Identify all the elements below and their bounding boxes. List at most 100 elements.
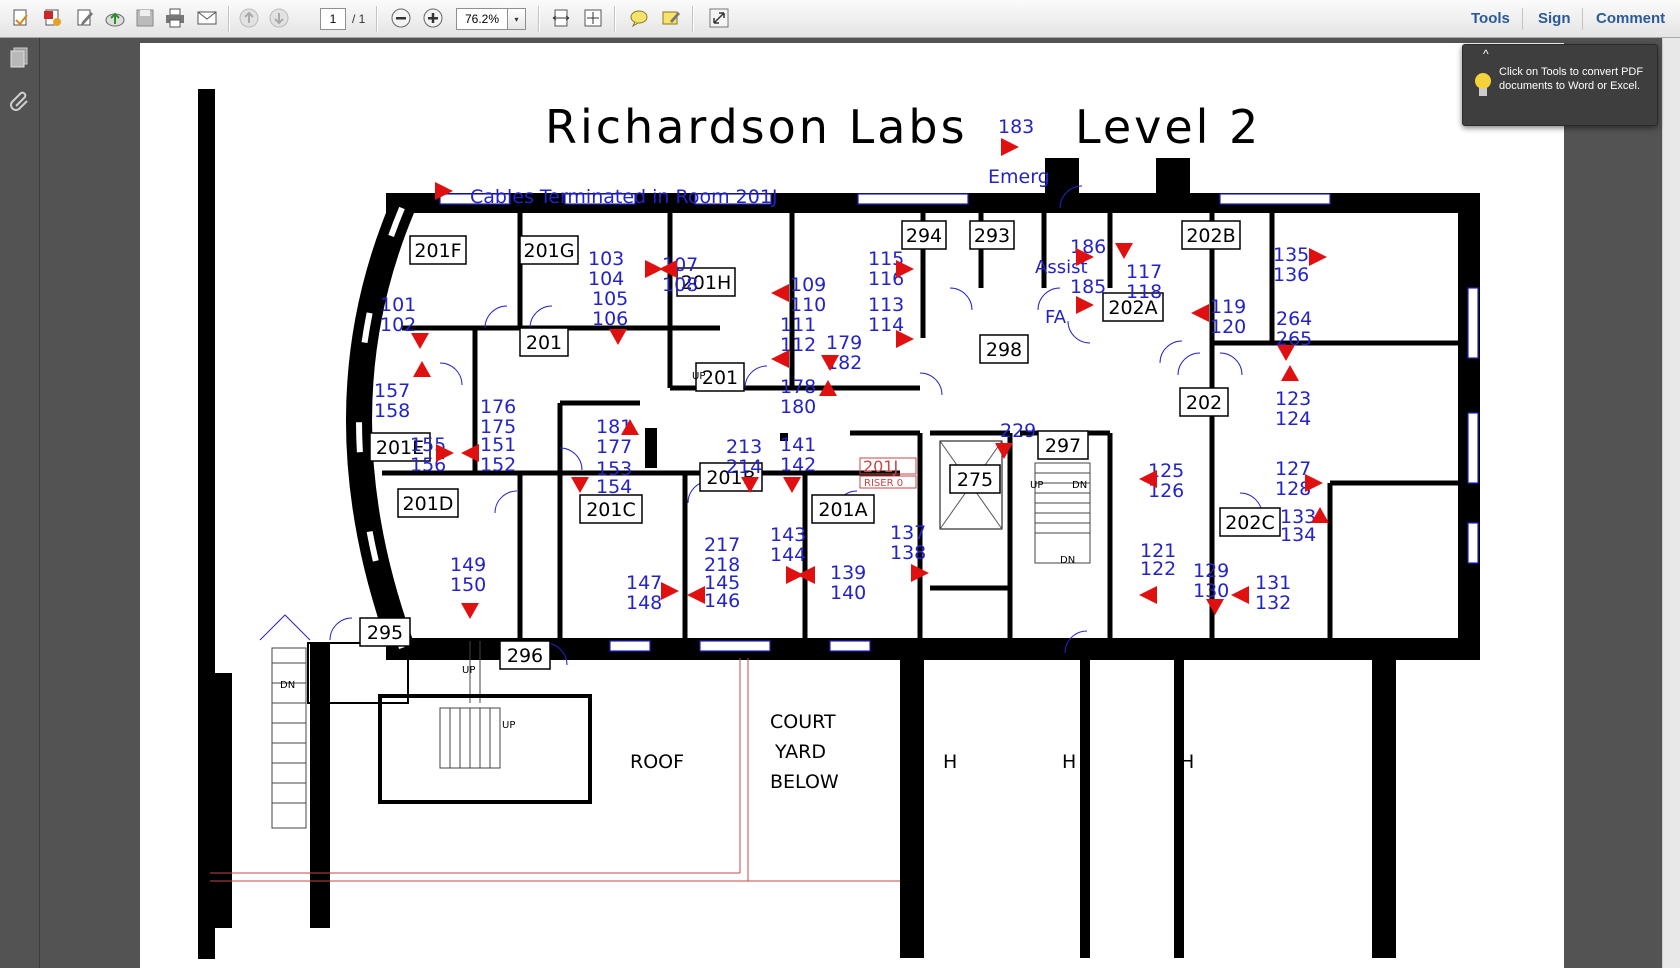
cable-number: 117	[1126, 261, 1162, 283]
cable-number: 129	[1193, 560, 1229, 582]
cable-flag-icon	[896, 260, 914, 278]
create-icon[interactable]	[8, 5, 34, 31]
svg-text:296: 296	[507, 645, 543, 667]
collapse-tooltip-button[interactable]: ^	[1483, 47, 1489, 61]
svg-text:FA: FA	[1045, 307, 1067, 328]
cable-flag-icon	[461, 444, 479, 462]
cable-number: 152	[480, 454, 516, 476]
cable-number: 177	[596, 436, 632, 458]
zoom-out-icon[interactable]	[388, 5, 414, 31]
sign-link[interactable]: Sign	[1538, 10, 1571, 27]
plan-level: Level 2	[1075, 100, 1261, 154]
cable-number: 176	[480, 396, 516, 418]
cable-number: 148	[626, 592, 662, 614]
cable-number: 217	[704, 534, 740, 556]
cable-number: 113	[868, 294, 904, 316]
tools-tooltip: ^ Click on Tools to convert PDF document…	[1462, 44, 1658, 126]
cable-number: 130	[1193, 580, 1229, 602]
cable-number: 179	[826, 332, 862, 354]
svg-text:183: 183	[998, 116, 1034, 138]
room-label: 293	[969, 220, 1015, 250]
cable-flag-icon	[1277, 345, 1295, 361]
cable-number: 157	[374, 380, 410, 402]
cable-number: 131	[1255, 572, 1291, 594]
edit-icon[interactable]	[72, 5, 98, 31]
cable-number: 147	[626, 572, 662, 594]
cable-number: 103	[588, 248, 624, 270]
svg-text:DN: DN	[280, 680, 295, 691]
cable-number: 143	[770, 524, 806, 546]
print-icon[interactable]	[162, 5, 188, 31]
cable-number: 105	[592, 288, 628, 310]
cable-flag-icon	[1206, 599, 1224, 615]
svg-text:201C: 201C	[586, 499, 636, 521]
svg-text:201F: 201F	[414, 240, 461, 262]
cable-flag-icon	[1076, 296, 1094, 314]
room-label: 297	[1037, 430, 1089, 460]
cable-number: 144	[770, 544, 806, 566]
room-label: 201A	[811, 494, 875, 524]
highlight-icon[interactable]	[658, 5, 684, 31]
svg-text:201: 201	[702, 367, 738, 389]
page-thumbnails-icon[interactable]	[8, 46, 32, 70]
cable-number: 111	[780, 314, 816, 336]
svg-text:201D: 201D	[403, 493, 454, 515]
svg-text:275: 275	[957, 469, 993, 491]
next-page-icon[interactable]	[266, 5, 292, 31]
room-label: 201	[519, 327, 569, 357]
cable-number: 140	[830, 582, 866, 604]
svg-text:295: 295	[367, 622, 403, 644]
floor-plan: Richardson Labs Level 2 183 Emerg Cables…	[198, 89, 1480, 959]
svg-text:293: 293	[974, 225, 1010, 247]
pdf-convert-icon[interactable]	[40, 5, 66, 31]
svg-text:DN: DN	[1072, 480, 1087, 491]
previous-page-icon[interactable]	[236, 5, 262, 31]
cable-number: 213	[726, 436, 762, 458]
svg-text:H: H	[1180, 751, 1194, 773]
cable-flag-icon	[1281, 365, 1299, 381]
svg-text:294: 294	[906, 225, 942, 247]
vertical-scrollbar[interactable]	[1662, 38, 1680, 968]
cable-number: 124	[1275, 408, 1311, 430]
comment-bubble-icon[interactable]	[626, 5, 652, 31]
plan-title: Richardson Labs	[545, 100, 968, 154]
upload-cloud-icon[interactable]	[102, 5, 128, 31]
cable-flag-icon	[1115, 243, 1133, 259]
page-number-input[interactable]	[320, 8, 346, 30]
fit-page-icon[interactable]	[580, 5, 606, 31]
fit-width-icon[interactable]	[548, 5, 574, 31]
cable-number: 180	[780, 396, 816, 418]
cable-number: 118	[1126, 281, 1162, 303]
cable-flag-icon	[1001, 138, 1019, 156]
zoom-dropdown[interactable]: ▾	[508, 8, 526, 30]
comment-link[interactable]: Comment	[1596, 10, 1665, 27]
cable-number: 110	[790, 294, 826, 316]
svg-text:202C: 202C	[1225, 512, 1275, 534]
lightbulb-icon	[1473, 71, 1493, 104]
svg-text:H: H	[943, 751, 957, 773]
svg-text:DN: DN	[1060, 555, 1075, 566]
cable-flag-icon	[571, 477, 589, 493]
attachments-icon[interactable]	[8, 88, 32, 112]
expand-icon[interactable]	[706, 5, 732, 31]
zoom-in-icon[interactable]	[420, 5, 446, 31]
cable-flag-icon	[1139, 586, 1157, 604]
svg-text:ROOF: ROOF	[630, 751, 684, 773]
room-label: 201D	[397, 488, 459, 518]
save-icon[interactable]	[132, 5, 158, 31]
cable-number: 142	[780, 454, 816, 476]
cable-number: 154	[596, 476, 632, 498]
cable-number: 101	[380, 294, 416, 316]
cable-number: 106	[592, 308, 628, 330]
tooltip-text: Click on Tools to convert PDF documents …	[1499, 66, 1644, 92]
svg-text:COURT: COURT	[770, 711, 836, 733]
room-label: 295	[359, 617, 411, 647]
svg-text:UP: UP	[462, 665, 475, 676]
svg-text:UP: UP	[502, 720, 515, 731]
room-label: 202	[1179, 387, 1229, 417]
email-icon[interactable]	[194, 5, 220, 31]
tools-link[interactable]: Tools	[1471, 10, 1510, 27]
svg-text:201A: 201A	[818, 499, 867, 521]
cable-flag-icon	[687, 586, 705, 604]
zoom-input[interactable]	[456, 8, 508, 30]
